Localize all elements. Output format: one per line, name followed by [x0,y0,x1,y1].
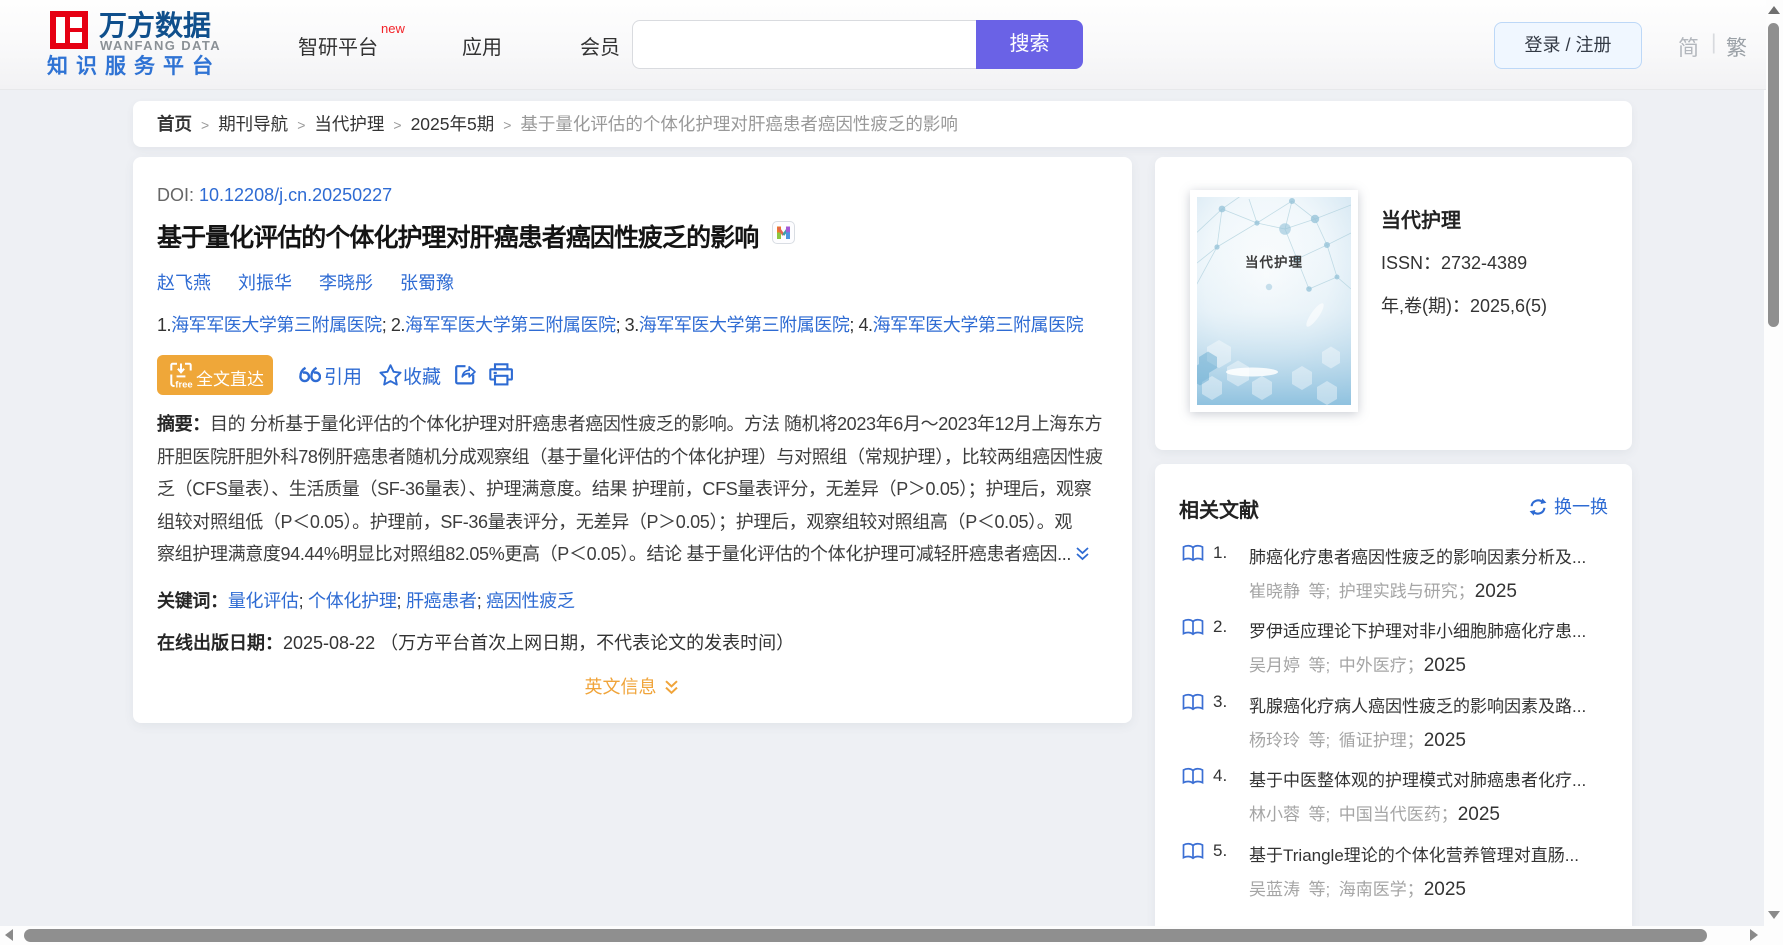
svg-text:free: free [175,380,192,389]
